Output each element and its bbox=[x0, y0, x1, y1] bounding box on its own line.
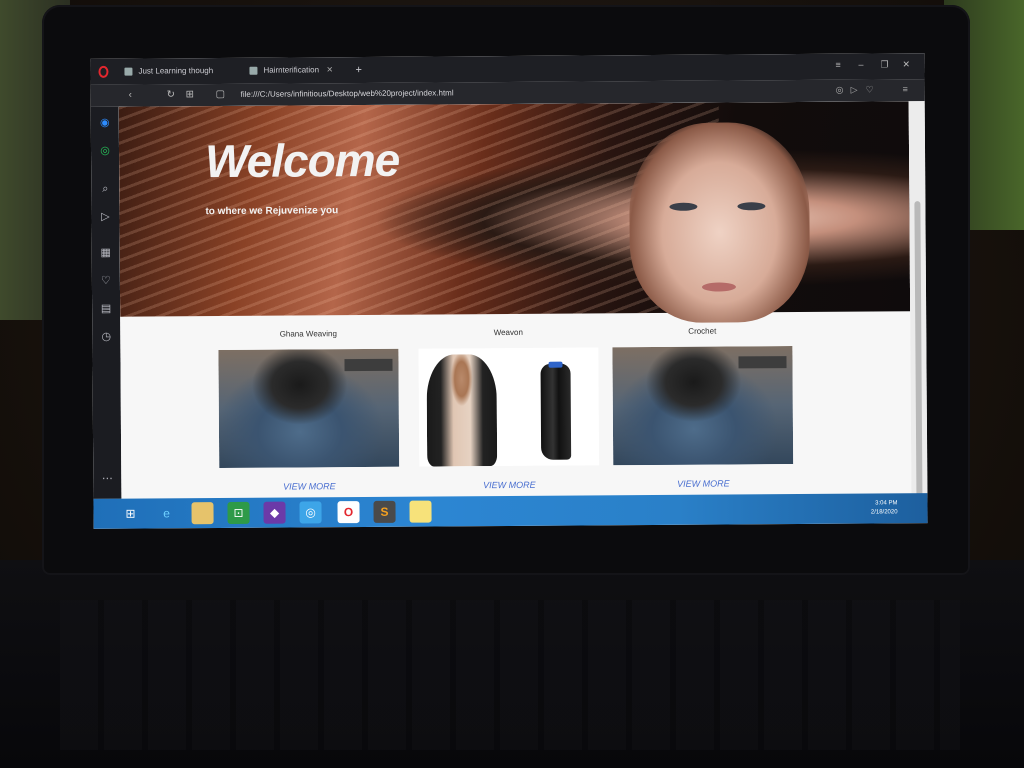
chrome-icon[interactable]: ◎ bbox=[299, 501, 322, 524]
hero-title: Welcome bbox=[204, 133, 400, 188]
braids-photo bbox=[218, 348, 400, 469]
tab-label: Hairnterification bbox=[263, 65, 320, 75]
opera-icon[interactable]: O bbox=[337, 501, 360, 524]
page-favicon-icon bbox=[249, 66, 258, 75]
opera-sidebar: ◉ ◎ ⌕ ▷ ▦ ♡ ▤ ◷ ⋯ bbox=[90, 106, 122, 499]
menu-icon[interactable]: ≡ bbox=[835, 60, 840, 70]
bundle-tag bbox=[548, 361, 563, 368]
heart-icon[interactable]: ♡ bbox=[100, 275, 112, 287]
card-ghana-weaving: Ghana Weaving VIEW MORE bbox=[218, 315, 400, 498]
ghana-weaving-image bbox=[218, 348, 400, 469]
card-weavon: Weavon VIEW MORE bbox=[418, 313, 600, 496]
tab-hairnterification[interactable]: Hairnterification ✕ bbox=[245, 62, 333, 79]
lips bbox=[701, 282, 737, 292]
service-cards: Ghana Weaving VIEW MORE Weavon VIEW MORE bbox=[120, 311, 911, 499]
opera-logo-icon[interactable] bbox=[98, 65, 109, 78]
history-icon[interactable]: ◷ bbox=[100, 331, 112, 343]
maximize-icon[interactable]: ❐ bbox=[880, 59, 888, 70]
messenger-icon[interactable]: ◉ bbox=[99, 117, 111, 129]
whatsapp-icon[interactable]: ◎ bbox=[99, 145, 111, 157]
weavon-image bbox=[418, 347, 600, 467]
web-page: Welcome to where we Rejuvenize you Ghana… bbox=[118, 101, 912, 499]
model-face-image bbox=[628, 121, 811, 324]
reload-icon[interactable]: ↻ bbox=[167, 89, 175, 100]
search-icon[interactable]: ⌕ bbox=[99, 183, 111, 195]
more-icon[interactable]: ⋯ bbox=[101, 473, 113, 485]
view-more-link[interactable]: VIEW MORE bbox=[613, 478, 793, 489]
card-title: Ghana Weaving bbox=[279, 329, 337, 339]
hero-subtitle: to where we Rejuvenize you bbox=[205, 205, 339, 218]
view-more-link[interactable]: VIEW MORE bbox=[219, 481, 399, 492]
store-icon[interactable]: ⊡ bbox=[227, 501, 250, 524]
sublime-icon[interactable]: S bbox=[373, 500, 396, 523]
player-icon[interactable]: ▷ bbox=[851, 85, 858, 96]
close-tab-icon[interactable]: ✕ bbox=[326, 62, 333, 78]
hair-bundle bbox=[540, 363, 572, 460]
windows-taskbar: ⊞ e ⊡ ◆ ◎ O S 3:04 PM 2/18/2020 bbox=[93, 493, 928, 529]
card-crochet: Crochet VIEW MORE bbox=[612, 312, 794, 495]
eye-right bbox=[737, 202, 766, 211]
snapshot-icon[interactable]: ◎ bbox=[836, 85, 844, 96]
card-title: Crochet bbox=[688, 326, 717, 336]
clock-time: 3:04 PM bbox=[875, 500, 898, 507]
grid-icon[interactable]: ▦ bbox=[100, 247, 112, 259]
news-icon[interactable]: ▤ bbox=[100, 303, 112, 315]
easy-setup-icon[interactable]: ≡ bbox=[903, 84, 908, 94]
scrollbar-thumb[interactable] bbox=[914, 201, 923, 522]
crochet-image bbox=[612, 346, 794, 466]
internet-explorer-icon[interactable]: e bbox=[155, 502, 177, 524]
minimize-icon[interactable]: – bbox=[858, 60, 863, 70]
page-info-icon[interactable]: ▢ bbox=[216, 89, 226, 100]
url-field[interactable]: file:///C:/Users/infinitious/Desktop/web… bbox=[241, 88, 454, 98]
braids-photo bbox=[612, 346, 794, 466]
keyboard-keys bbox=[60, 600, 960, 750]
back-icon[interactable]: ‹ bbox=[129, 90, 132, 101]
salon-sign bbox=[738, 356, 787, 369]
salon-sign bbox=[344, 358, 393, 372]
weavon-photo bbox=[418, 347, 600, 467]
new-tab-button[interactable]: + bbox=[355, 62, 362, 78]
clock-date: 2/18/2020 bbox=[870, 509, 898, 516]
view-more-link[interactable]: VIEW MORE bbox=[419, 479, 599, 490]
sticky-notes-icon[interactable] bbox=[409, 500, 432, 523]
laptop-screen: Just Learning though Hairnterification ✕… bbox=[90, 53, 928, 529]
weavon-model bbox=[426, 354, 498, 467]
heart-toolbar-icon[interactable]: ♡ bbox=[866, 84, 874, 95]
eye-left bbox=[669, 202, 698, 211]
windows-start-icon[interactable]: ⊞ bbox=[119, 503, 141, 525]
tab-label: Just Learning though bbox=[138, 66, 214, 76]
tab-just-learning[interactable]: Just Learning though bbox=[120, 63, 213, 80]
file-explorer-icon[interactable] bbox=[191, 502, 214, 525]
close-window-icon[interactable]: ✕ bbox=[902, 59, 910, 70]
system-tray-clock[interactable]: 3:04 PM 2/18/2020 bbox=[871, 499, 898, 517]
card-title: Weavon bbox=[493, 327, 523, 338]
hero-banner: Welcome to where we Rejuvenize you bbox=[118, 101, 911, 324]
visual-studio-icon[interactable]: ◆ bbox=[263, 501, 286, 524]
send-icon[interactable]: ▷ bbox=[99, 211, 111, 223]
page-favicon-icon bbox=[124, 67, 133, 76]
page-scrollbar[interactable] bbox=[908, 101, 928, 522]
speed-dial-icon[interactable]: ⊞ bbox=[186, 89, 194, 100]
